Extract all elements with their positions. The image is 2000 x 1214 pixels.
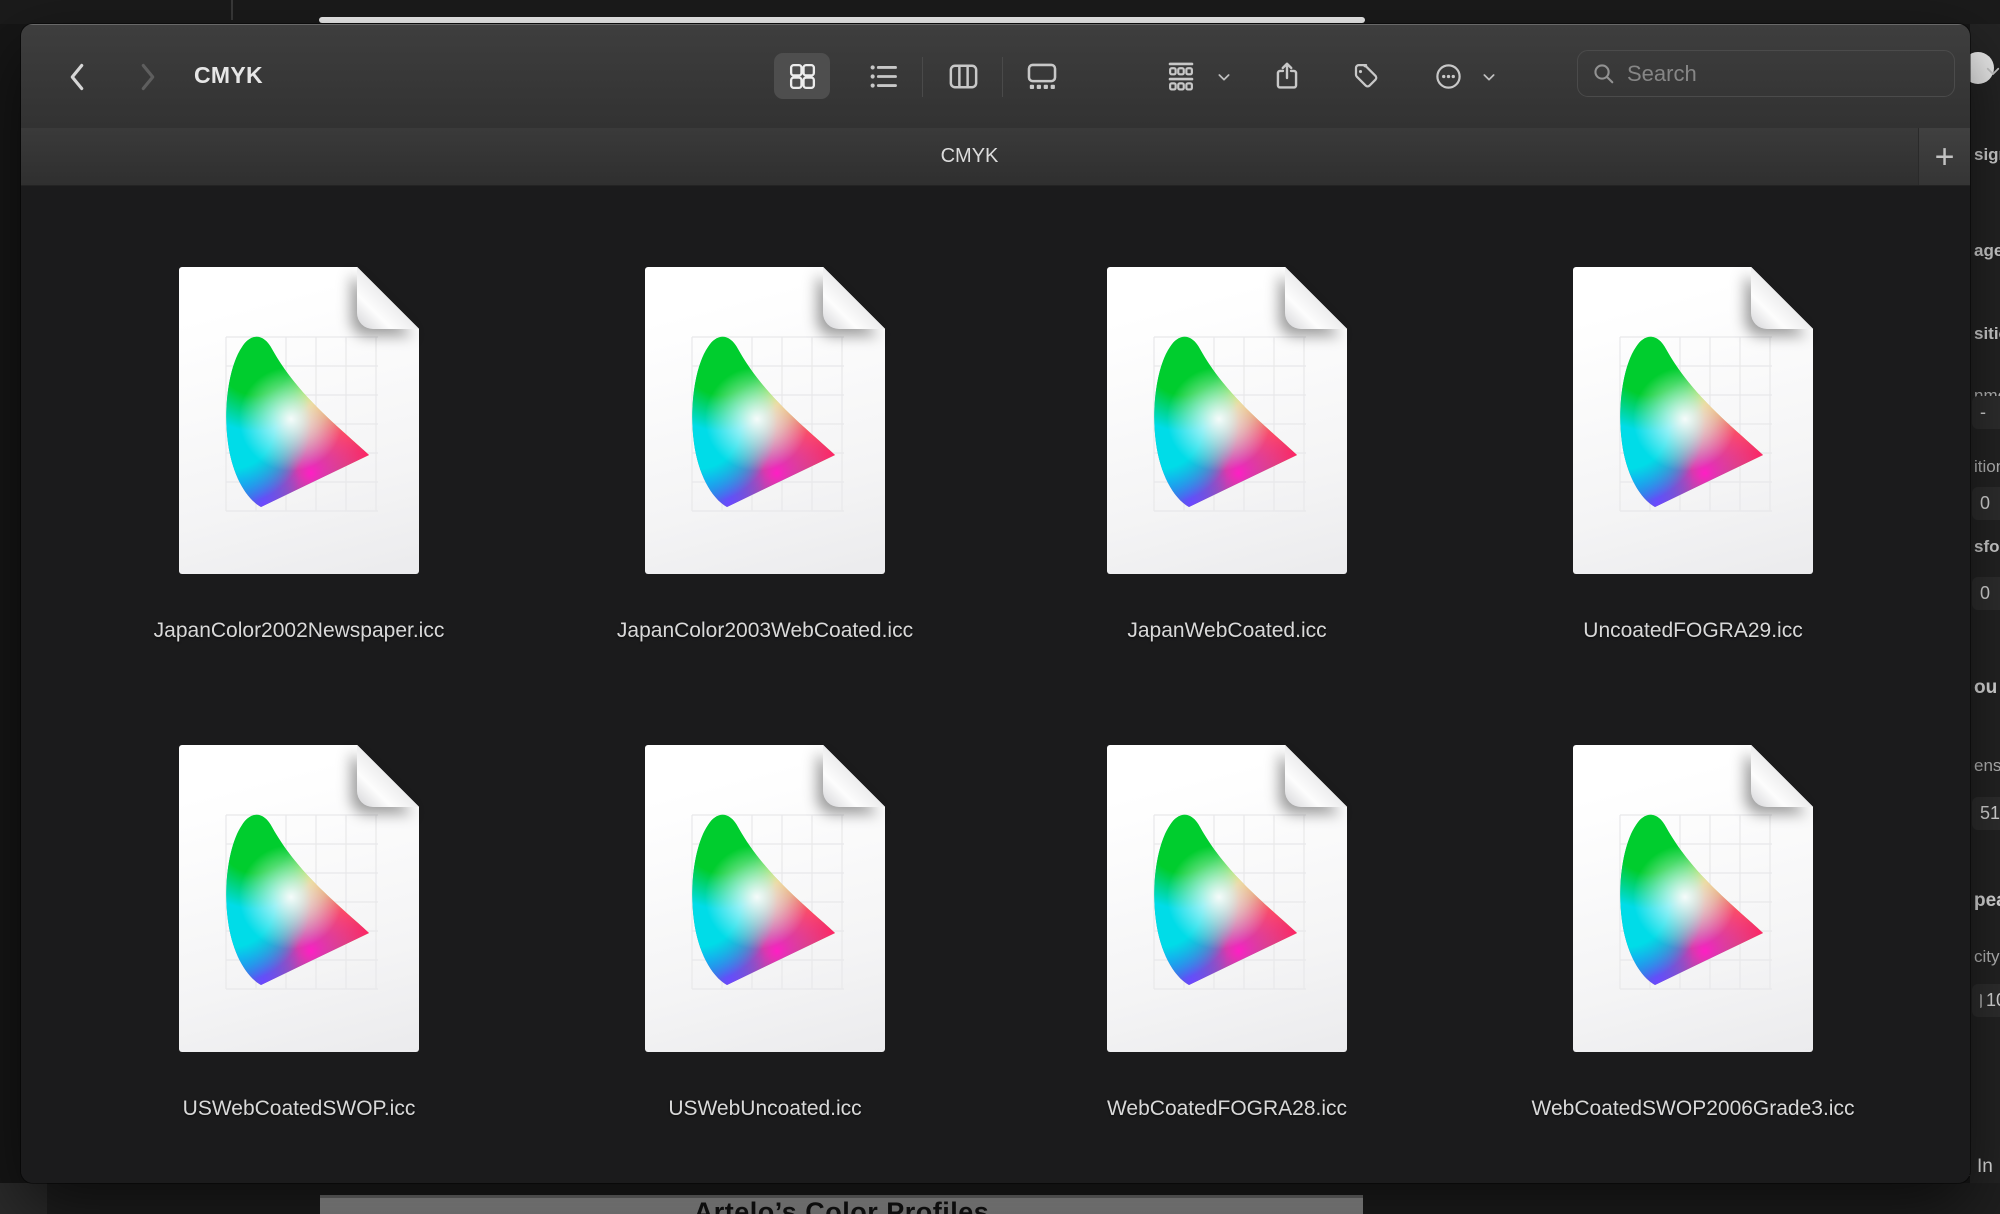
page-fold-icon <box>1285 267 1347 329</box>
file-uswebuncoated[interactable]: USWebUncoated.icc <box>645 745 885 1145</box>
inspector-value-box: 10 <box>1972 984 2000 1017</box>
inspector-value-box: - <box>1972 396 2000 429</box>
file-label: JapanWebCoated.icc <box>1127 619 1326 643</box>
background-webpage-strip: Artelo’s Color Profiles <box>320 1195 1363 1214</box>
background-window-edge <box>0 1183 47 1214</box>
group-by-button[interactable] <box>1153 53 1209 99</box>
page-fold-icon <box>823 745 885 807</box>
back-button[interactable] <box>55 60 99 94</box>
search-field[interactable] <box>1577 50 1955 97</box>
toolbar-separator <box>1002 57 1003 97</box>
file-label: UncoatedFOGRA29.icc <box>1583 619 1802 643</box>
inspector-fragment: city <box>1974 946 2000 968</box>
plus-icon: + <box>1935 140 1955 174</box>
inspector-value: 51 <box>1980 803 2000 824</box>
inspector-value: 0 <box>1980 493 1990 514</box>
inspector-value: 10 <box>1986 990 2000 1011</box>
column-view-button[interactable] <box>935 53 991 99</box>
page-fold-icon <box>1751 745 1813 807</box>
desktop-background-bottom: Artelo’s Color Profiles <box>0 1183 2000 1214</box>
tag-icon <box>1350 61 1380 91</box>
search-icon <box>1592 62 1615 85</box>
background-window-divider <box>231 0 233 20</box>
inspector-fragment: sitio <box>1974 323 2000 345</box>
file-webcoatedfogra28[interactable]: WebCoatedFOGRA28.icc <box>1107 745 1347 1145</box>
group-by-icon <box>1164 60 1198 93</box>
new-tab-button[interactable]: + <box>1918 128 1970 185</box>
chevron-left-icon <box>67 62 88 92</box>
grid-view-icon <box>787 61 818 92</box>
file-label: USWebCoatedSWOP.icc <box>183 1097 416 1121</box>
page-fold-icon <box>1751 267 1813 329</box>
icon-view-button[interactable] <box>774 53 830 99</box>
inspector-label: In <box>1977 1156 1993 1178</box>
page-fold-icon <box>1285 745 1347 807</box>
inspector-value-box: 51 <box>1972 797 2000 830</box>
file-japancolor2002newspaper[interactable]: JapanColor2002Newspaper.icc <box>179 267 419 667</box>
toolbar-separator <box>922 57 923 97</box>
bracket-icon <box>1980 994 1982 1008</box>
window-title: CMYK <box>194 62 263 89</box>
inspector-fragment: sfo <box>1974 536 2000 558</box>
file-label: WebCoatedSWOP2006Grade3.icc <box>1532 1097 1855 1121</box>
ellipsis-circle-icon <box>1433 61 1464 92</box>
gallery-view-button[interactable] <box>1014 53 1070 99</box>
file-uncoatedfogra29[interactable]: UncoatedFOGRA29.icc <box>1573 267 1813 667</box>
inspector-value-box: 0 <box>1972 577 2000 610</box>
file-japanwebcoated[interactable]: JapanWebCoated.icc <box>1107 267 1347 667</box>
share-button[interactable] <box>1259 53 1315 99</box>
inspector-fragment: ition <box>1974 456 2000 478</box>
file-label: JapanColor2003WebCoated.icc <box>617 619 913 643</box>
chevron-right-icon <box>137 62 158 92</box>
chevron-down-icon[interactable] <box>1215 68 1233 86</box>
file-label: JapanColor2002Newspaper.icc <box>154 619 445 643</box>
column-view-icon <box>947 60 980 93</box>
tab-bar: CMYK + <box>21 128 1970 186</box>
inspector-value: - <box>1980 402 1986 423</box>
page-fold-icon <box>357 745 419 807</box>
inspector-value: 0 <box>1980 583 1990 604</box>
inspector-fragment: ens <box>1974 755 2000 777</box>
chevron-down-icon[interactable] <box>1480 68 1498 86</box>
background-inspector-panel: sign age sitio nme - ition 0 sfo 0 ou en… <box>1970 24 2000 1183</box>
file-label: USWebUncoated.icc <box>668 1097 861 1121</box>
list-view-button[interactable] <box>855 53 911 99</box>
page-fold-icon <box>357 267 419 329</box>
inspector-fragment: sign <box>1974 144 2000 166</box>
inspector-value-box: 0 <box>1972 487 2000 520</box>
more-actions-button[interactable] <box>1420 53 1476 99</box>
file-webcoatedswop2006grade3[interactable]: WebCoatedSWOP2006Grade3.icc <box>1573 745 1813 1145</box>
inspector-fragment: ou <box>1974 677 1997 699</box>
webpage-heading: Artelo’s Color Profiles <box>320 1199 1363 1214</box>
background-browser-top-edge <box>319 17 1365 23</box>
file-japancolor2003webcoated[interactable]: JapanColor2003WebCoated.icc <box>645 267 885 667</box>
inspector-fragment: age <box>1974 240 2000 262</box>
screen: sign age sitio nme - ition 0 sfo 0 ou en… <box>0 0 2000 1214</box>
share-icon <box>1271 60 1303 92</box>
forward-button[interactable] <box>125 60 169 94</box>
tab-cmyk[interactable]: CMYK <box>21 128 1918 185</box>
gallery-view-icon <box>1025 59 1059 93</box>
search-input[interactable] <box>1625 60 1954 88</box>
tags-button[interactable] <box>1337 53 1393 99</box>
file-uswebcoatedswop[interactable]: USWebCoatedSWOP.icc <box>179 745 419 1145</box>
list-view-icon <box>868 61 899 92</box>
file-label: WebCoatedFOGRA28.icc <box>1107 1097 1347 1121</box>
inspector-fragment: pea <box>1974 890 2000 912</box>
chevron-down-icon <box>1984 62 2000 85</box>
toolbar: CMYK <box>21 24 1970 128</box>
page-fold-icon <box>823 267 885 329</box>
finder-window: CMYK <box>21 24 1970 1183</box>
